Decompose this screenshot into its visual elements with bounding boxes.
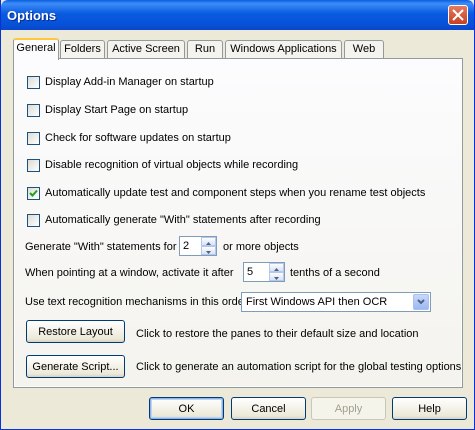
spinner-up-button[interactable]: [269, 263, 284, 272]
cancel-button[interactable]: Cancel: [231, 397, 306, 420]
activate-window-suffix: tenths of a second: [290, 267, 380, 279]
activate-window-label: When pointing at a window, activate it a…: [25, 267, 234, 279]
dropdown-button[interactable]: [413, 294, 429, 310]
with-statements-label: Generate "With" statements for: [25, 241, 177, 253]
spinner-up-button[interactable]: [201, 237, 216, 246]
tab-general[interactable]: General: [13, 38, 59, 60]
title-bar[interactable]: Options: [1, 0, 474, 30]
checkmark-icon: [29, 189, 38, 197]
ok-button[interactable]: OK: [149, 397, 224, 420]
window-title: Options: [7, 8, 57, 23]
checkbox[interactable]: [27, 159, 40, 172]
with-statements-spinner[interactable]: 2: [179, 236, 217, 256]
tab-run[interactable]: Run: [187, 40, 223, 58]
checkbox[interactable]: [27, 187, 40, 200]
help-button[interactable]: Help: [392, 397, 467, 420]
checkbox[interactable]: [27, 76, 40, 89]
arrow-down-icon: [206, 251, 211, 254]
arrow-down-icon: [274, 277, 279, 280]
options-dialog: Options General Folders Active Screen Ru…: [0, 0, 475, 430]
close-icon: [452, 9, 464, 21]
generate-script-description: Click to generate an automation script f…: [136, 361, 462, 373]
tab-active-screen[interactable]: Active Screen: [107, 40, 185, 58]
activate-window-spinner[interactable]: 5: [243, 262, 285, 282]
checkbox[interactable]: [27, 104, 40, 117]
with-statements-suffix: or more objects: [223, 241, 299, 253]
tab-windows-applications[interactable]: Windows Applications: [225, 40, 342, 58]
restore-layout-button[interactable]: Restore Layout: [26, 320, 125, 343]
close-button[interactable]: [448, 5, 468, 25]
generate-script-button[interactable]: Generate Script...: [26, 355, 125, 378]
text-recognition-select[interactable]: First Windows API then OCR: [241, 292, 431, 312]
restore-layout-description: Click to restore the panes to their defa…: [136, 328, 419, 340]
tab-folders[interactable]: Folders: [60, 40, 105, 58]
spinner-down-button[interactable]: [269, 272, 284, 281]
checkbox[interactable]: [27, 214, 40, 227]
spinner-down-button[interactable]: [201, 246, 216, 255]
apply-button[interactable]: Apply: [311, 397, 386, 420]
tab-web[interactable]: Web: [344, 40, 384, 58]
chevron-down-icon: [417, 299, 425, 305]
text-recognition-label: Use text recognition mechanisms in this …: [25, 296, 251, 308]
checkbox[interactable]: [27, 132, 40, 145]
